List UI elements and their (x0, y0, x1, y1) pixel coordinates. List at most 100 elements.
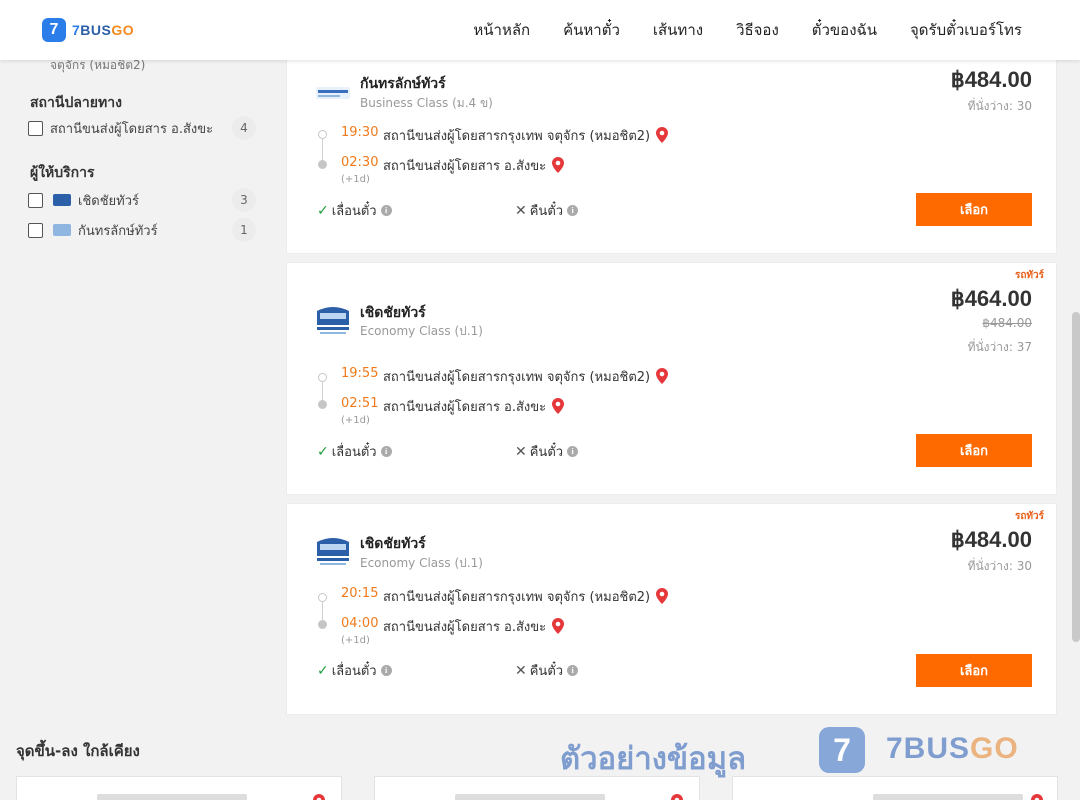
next-day-indicator: (+1d) (341, 635, 370, 646)
operator-checkbox[interactable] (28, 192, 43, 208)
postpone-policy: ✓ เลื่อนตั๋ว i (317, 200, 392, 221)
ticket-price: ฿484.00 (950, 67, 1032, 92)
destination-filter-title: สถานีปลายทาง (30, 95, 122, 111)
arrival-station[interactable]: สถานีขนส่งผู้โดยสาร อ.สังขะ (383, 155, 565, 176)
arrival-time: 02:51 (341, 396, 379, 411)
bus-class: Business Class (ม.4 ข) (360, 96, 493, 110)
arrival-station[interactable]: สถานีขนส่งผู้โดยสาร อ.สังขะ (383, 396, 565, 417)
site-logo[interactable]: 7 7BUSGO (42, 17, 134, 43)
operator-filter-item[interactable]: เชิดชัยทัวร์ 3 (28, 188, 256, 212)
info-icon[interactable]: i (380, 446, 392, 457)
map-pin-icon[interactable] (1031, 794, 1043, 800)
departure-time: 19:55 (341, 366, 379, 381)
bus-type-tag: รถทัวร์ (1014, 270, 1044, 281)
operator-count-badge: 1 (232, 218, 256, 242)
postpone-policy: ✓ เลื่อนตั๋ว i (317, 660, 392, 681)
info-icon[interactable]: i (380, 205, 392, 216)
departure-time: 19:30 (341, 125, 379, 140)
nav-how-to-book[interactable]: วิธีจอง (736, 18, 779, 42)
logo-wordmark: 7BUSGO (72, 22, 135, 38)
nav-search-tickets[interactable]: ค้นหาตั๋ว (563, 18, 620, 42)
arrival-dot (318, 620, 327, 629)
cherdchai-bus-logo-icon (317, 538, 349, 565)
sample-data-watermark: ตัวอย่างข้อมูล 7 7BUSGO (560, 727, 1020, 779)
map-pin-icon[interactable] (656, 368, 669, 384)
arrival-time: 02:30 (341, 155, 379, 170)
check-icon: ✓ (317, 662, 329, 679)
operator-name: กันทรลักษ์ทัวร์ (360, 76, 446, 92)
next-day-indicator: (+1d) (341, 415, 370, 426)
cherdchai-bus-logo-icon (317, 307, 349, 334)
operator-label: กันทรลักษ์ทัวร์ (78, 223, 158, 239)
map-pin-icon[interactable] (552, 618, 565, 634)
select-trip-button[interactable]: เลือก (916, 434, 1032, 467)
cherdchai-logo-icon (53, 194, 71, 206)
departure-station[interactable]: สถานีขนส่งผู้โดยสารกรุงเทพ จตุจักร (หมอช… (383, 125, 669, 146)
watermark-brand: 7BUSGO (886, 732, 1019, 765)
nearby-stop-text (455, 794, 605, 800)
map-pin-icon[interactable] (552, 157, 565, 173)
destination-filter-item[interactable]: สถานีขนส่งผู้โดยสาร อ.สังขะ 4 (28, 116, 256, 140)
departure-dot (318, 593, 327, 602)
operator-name: เชิดชัยทัวร์ (360, 305, 426, 321)
operator-label: เชิดชัยทัวร์ (78, 193, 140, 209)
operator-checkbox[interactable] (28, 222, 43, 238)
nav-home[interactable]: หน้าหลัก (473, 18, 530, 42)
nav-my-tickets[interactable]: ตั๋วของฉัน (812, 18, 877, 42)
nav-routes[interactable]: เส้นทาง (653, 18, 703, 42)
info-icon[interactable]: i (567, 446, 579, 457)
operator-filter-title: ผู้ให้บริการ (30, 165, 95, 181)
departure-time: 20:15 (341, 586, 379, 601)
arrival-dot (318, 400, 327, 409)
ticket-price: ฿464.00 (950, 286, 1032, 311)
nearby-stop-card[interactable] (374, 776, 700, 800)
check-icon: ✓ (317, 202, 329, 219)
nearby-stop-card[interactable] (16, 776, 342, 800)
bus-class: Economy Class (ป.1) (360, 556, 483, 570)
bus-type-tag: รถทัวร์ (1014, 511, 1044, 522)
info-icon[interactable]: i (380, 665, 392, 676)
main-nav: หน้าหลัก ค้นหาตั๋ว เส้นทาง วิธีจอง ตั๋วข… (473, 0, 1022, 60)
departure-station[interactable]: สถานีขนส่งผู้โดยสารกรุงเทพ จตุจักร (หมอช… (383, 366, 669, 387)
watermark-logo-icon: 7 (819, 727, 865, 773)
arrival-station[interactable]: สถานีขนส่งผู้โดยสาร อ.สังขะ (383, 616, 565, 637)
departure-station[interactable]: สถานีขนส่งผู้โดยสารกรุงเทพ จตุจักร (หมอช… (383, 586, 669, 607)
arrival-time: 04:00 (341, 616, 379, 631)
departure-dot (318, 130, 327, 139)
select-trip-button[interactable]: เลือก (916, 654, 1032, 687)
nearby-stop-text (873, 794, 1023, 800)
trip-card: กันทรลักษ์ทัวร์ Business Class (ม.4 ข) 1… (286, 40, 1057, 254)
postpone-policy: ✓ เลื่อนตั๋ว i (317, 441, 392, 462)
map-pin-icon[interactable] (552, 398, 565, 414)
info-icon[interactable]: i (567, 205, 579, 216)
operator-filter-item[interactable]: กันทรลักษ์ทัวร์ 1 (28, 218, 256, 242)
departure-dot (318, 373, 327, 382)
select-trip-button[interactable]: เลือก (916, 193, 1032, 226)
trip-card: รถทัวร์ เชิดชัยทัวร์ Economy Class (ป.1)… (286, 503, 1057, 715)
bus-class: Economy Class (ป.1) (360, 324, 483, 338)
kantharalak-logo-icon (316, 87, 350, 99)
refund-policy: ✕ คืนตั๋ว i (515, 660, 579, 681)
destination-count-badge: 4 (232, 116, 256, 140)
nearby-stop-text (97, 794, 247, 800)
seats-available: ที่นั่งว่าง: 37 (967, 340, 1032, 354)
destination-label: สถานีขนส่งผู้โดยสาร อ.สังขะ (50, 121, 214, 137)
nav-pickup-points[interactable]: จุดรับตั๋วเบอร์โทร (910, 18, 1022, 42)
page-scrollbar[interactable] (1072, 312, 1080, 642)
top-header: 7 7BUSGO หน้าหลัก ค้นหาตั๋ว เส้นทาง วิธี… (0, 0, 1080, 60)
trip-card: รถทัวร์ เชิดชัยทัวร์ Economy Class (ป.1)… (286, 262, 1057, 495)
map-pin-icon[interactable] (671, 794, 683, 800)
info-icon[interactable]: i (567, 665, 579, 676)
refund-policy: ✕ คืนตั๋ว i (515, 441, 579, 462)
destination-checkbox[interactable] (28, 120, 43, 136)
map-pin-icon[interactable] (656, 127, 669, 143)
operator-name: เชิดชัยทัวร์ (360, 536, 426, 552)
original-price: ฿484.00 (982, 316, 1032, 330)
refund-policy: ✕ คืนตั๋ว i (515, 200, 579, 221)
kantharalak-logo-icon (53, 224, 71, 236)
seats-available: ที่นั่งว่าง: 30 (967, 99, 1032, 113)
map-pin-icon[interactable] (656, 588, 669, 604)
arrival-dot (318, 160, 327, 169)
map-pin-icon[interactable] (313, 794, 325, 800)
nearby-stop-card[interactable] (732, 776, 1058, 800)
